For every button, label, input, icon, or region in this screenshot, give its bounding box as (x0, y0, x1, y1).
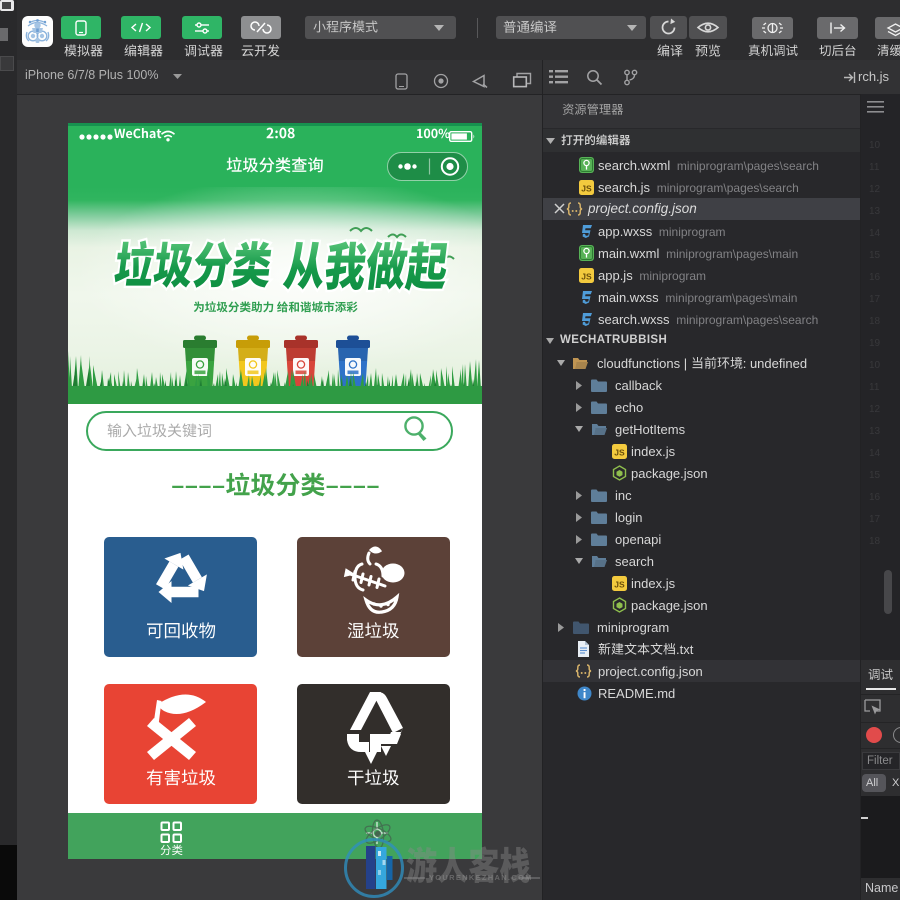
svg-text:JS: JS (614, 579, 625, 589)
svg-text:JS: JS (581, 271, 592, 281)
svg-text:JS: JS (581, 183, 592, 193)
svg-text:JS: JS (614, 447, 625, 457)
